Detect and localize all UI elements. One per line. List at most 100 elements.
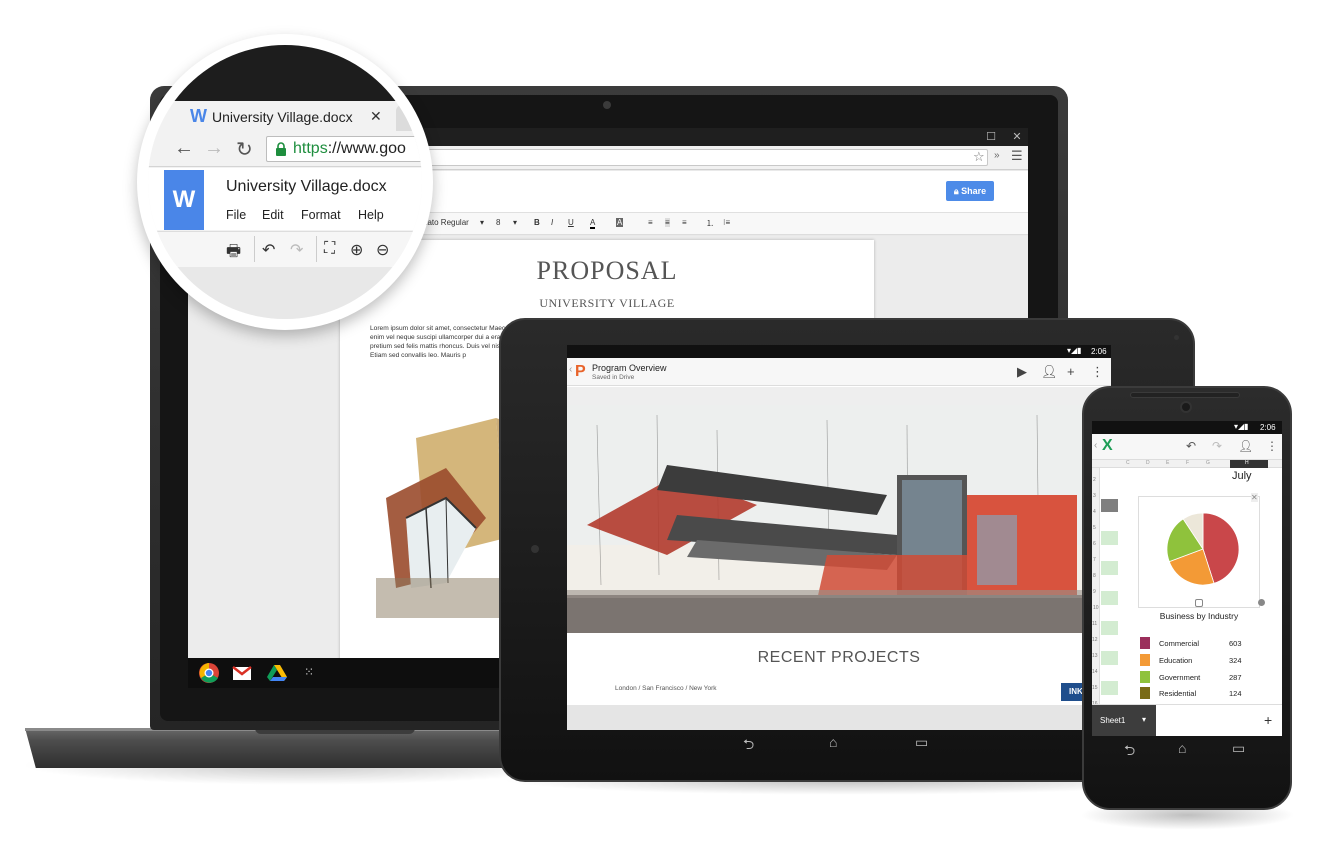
back-chevron-icon[interactable]: ‹ bbox=[1094, 440, 1097, 451]
font-family-select[interactable]: Lato Regular bbox=[423, 218, 469, 227]
sheet-tab-dropdown-icon[interactable]: ▾ bbox=[1142, 715, 1146, 724]
redo-icon[interactable]: ↷ bbox=[290, 240, 303, 260]
column-label[interactable]: C bbox=[1126, 460, 1130, 466]
slides-app-icon[interactable]: P bbox=[575, 363, 586, 381]
browser-tab-new[interactable] bbox=[396, 105, 422, 131]
row-number[interactable]: 10 bbox=[1093, 605, 1099, 611]
undo-icon[interactable]: ↶ bbox=[262, 240, 275, 260]
table-cell[interactable] bbox=[1101, 621, 1118, 635]
forward-icon[interactable]: → bbox=[204, 137, 224, 160]
row-number[interactable]: 9 bbox=[1093, 589, 1096, 595]
font-size-select[interactable]: 8 bbox=[496, 218, 500, 227]
bulleted-list-icon[interactable]: ⁝≡ bbox=[723, 218, 730, 227]
font-family-dropdown-icon[interactable]: ▾ bbox=[480, 218, 484, 227]
column-label[interactable]: F bbox=[1186, 460, 1189, 466]
slide-filmstrip[interactable] bbox=[567, 705, 1111, 730]
zoom-in-icon[interactable]: ⊕ bbox=[350, 240, 363, 260]
row-number[interactable]: 6 bbox=[1093, 541, 1096, 547]
overflow-menu-icon[interactable]: ⋮ bbox=[1266, 439, 1278, 453]
close-icon[interactable]: ✕ bbox=[1010, 130, 1024, 144]
bookmark-star-icon[interactable]: ☆ bbox=[973, 149, 985, 165]
browser-tab-active[interactable]: W University Village.docx ✕ bbox=[174, 101, 396, 131]
table-cell[interactable] bbox=[1101, 651, 1118, 665]
nav-home-icon[interactable]: ⌂ bbox=[829, 734, 837, 750]
add-person-icon[interactable]: 👤︎ bbox=[1238, 439, 1253, 453]
add-slide-icon[interactable]: + bbox=[1067, 364, 1075, 379]
table-cell[interactable] bbox=[1101, 561, 1118, 575]
italic-button[interactable]: I bbox=[551, 218, 553, 227]
chrome-icon[interactable] bbox=[198, 662, 220, 684]
chart-resize-handle[interactable] bbox=[1195, 599, 1203, 607]
apps-grid-icon[interactable]: ⁙ bbox=[304, 665, 326, 687]
row-number[interactable]: 5 bbox=[1093, 525, 1096, 531]
lock-icon: 🔒︎ bbox=[953, 186, 959, 196]
underline-button[interactable]: U bbox=[568, 218, 574, 227]
menu-file[interactable]: File bbox=[226, 208, 246, 222]
reload-icon[interactable]: ↻ bbox=[236, 137, 253, 162]
drive-icon[interactable] bbox=[266, 662, 288, 684]
back-chevron-icon[interactable]: ‹ bbox=[569, 364, 572, 375]
legend-value: 287 bbox=[1229, 673, 1242, 682]
menu-help[interactable]: Help bbox=[358, 208, 384, 222]
font-size-dropdown-icon[interactable]: ▾ bbox=[513, 218, 517, 227]
table-cell-selected[interactable] bbox=[1101, 499, 1118, 512]
document-title[interactable]: University Village.docx bbox=[226, 178, 387, 196]
tab-close-icon[interactable]: ✕ bbox=[370, 108, 382, 125]
gmail-icon[interactable] bbox=[231, 662, 253, 684]
address-bar[interactable] bbox=[368, 149, 988, 166]
row-number[interactable]: 13 bbox=[1092, 653, 1098, 659]
word-app-icon[interactable]: W bbox=[164, 170, 204, 230]
redo-icon[interactable]: ↷ bbox=[1212, 439, 1222, 453]
pie-chart-container[interactable]: ✕ bbox=[1138, 493, 1265, 608]
zoom-out-icon[interactable]: ⊖ bbox=[376, 240, 389, 260]
present-play-icon[interactable]: ▶ bbox=[1017, 364, 1027, 380]
sheet-tab-active[interactable]: Sheet1 ▾ bbox=[1092, 705, 1156, 736]
row-number[interactable]: 2 bbox=[1093, 477, 1096, 483]
table-cell[interactable] bbox=[1101, 591, 1118, 605]
menu-format[interactable]: Format bbox=[301, 208, 341, 222]
nav-recents-icon[interactable]: ▭ bbox=[1232, 740, 1245, 757]
bold-button[interactable]: B bbox=[534, 218, 540, 227]
row-number[interactable]: 7 bbox=[1093, 557, 1096, 563]
menu-edit[interactable]: Edit bbox=[262, 208, 284, 222]
nav-back-icon[interactable]: ⮌ bbox=[743, 734, 754, 758]
url-field[interactable]: https://www.goo bbox=[266, 136, 422, 162]
browser-menu-icon[interactable]: ☰ bbox=[1011, 148, 1023, 164]
column-label[interactable]: E bbox=[1166, 460, 1169, 466]
table-cell[interactable] bbox=[1101, 531, 1118, 545]
table-cell[interactable] bbox=[1101, 681, 1118, 695]
add-person-icon[interactable]: 👤︎ bbox=[1041, 364, 1058, 380]
align-center-icon[interactable]: ≡ bbox=[665, 218, 670, 227]
nav-back-icon[interactable]: ⮌ bbox=[1124, 740, 1135, 764]
undo-icon[interactable]: ↶ bbox=[1186, 439, 1196, 453]
phone-status-bar: ▾◢▮ 2:06 bbox=[1092, 421, 1282, 434]
highlight-button[interactable]: A bbox=[616, 218, 624, 227]
column-label[interactable]: G bbox=[1206, 460, 1210, 466]
fit-page-icon[interactable]: ⛶ bbox=[324, 240, 335, 258]
text-color-button[interactable]: A bbox=[590, 218, 596, 229]
numbered-list-icon[interactable]: ⒈ bbox=[706, 218, 714, 229]
chart-drag-handle[interactable] bbox=[1258, 599, 1265, 606]
extensions-overflow-icon[interactable]: » bbox=[994, 150, 1000, 161]
nav-home-icon[interactable]: ⌂ bbox=[1178, 740, 1186, 756]
share-button[interactable]: 🔒︎ Share bbox=[946, 181, 994, 201]
overflow-menu-icon[interactable]: ⋮ bbox=[1091, 364, 1104, 380]
align-right-icon[interactable]: ≡ bbox=[682, 218, 687, 227]
row-number[interactable]: 15 bbox=[1092, 685, 1098, 691]
maximize-icon[interactable]: ☐ bbox=[984, 130, 998, 144]
align-left-icon[interactable]: ≡ bbox=[648, 218, 653, 227]
selected-column-header[interactable]: H bbox=[1230, 460, 1268, 468]
nav-recents-icon[interactable]: ▭ bbox=[915, 734, 928, 751]
row-number[interactable]: 11 bbox=[1092, 621, 1097, 627]
row-number[interactable]: 12 bbox=[1092, 637, 1098, 643]
row-number[interactable]: 3 bbox=[1093, 493, 1096, 499]
back-icon[interactable]: ← bbox=[174, 137, 194, 160]
row-number[interactable]: 14 bbox=[1092, 669, 1098, 675]
chart-close-icon[interactable]: ✕ bbox=[1251, 493, 1258, 502]
sheets-app-icon[interactable]: X bbox=[1102, 437, 1113, 455]
print-icon[interactable]: 🖶︎ bbox=[226, 240, 241, 267]
add-sheet-button[interactable]: + bbox=[1264, 712, 1272, 728]
column-label[interactable]: D bbox=[1146, 460, 1150, 466]
row-number[interactable]: 4 bbox=[1093, 509, 1096, 515]
row-number[interactable]: 8 bbox=[1093, 573, 1096, 579]
